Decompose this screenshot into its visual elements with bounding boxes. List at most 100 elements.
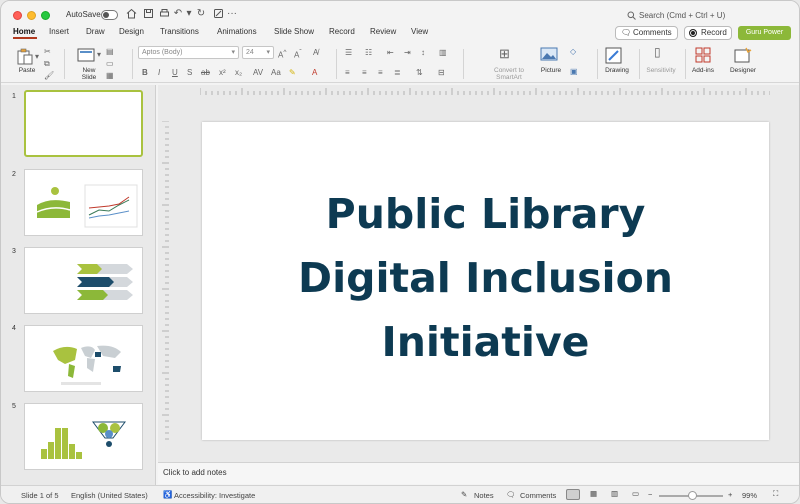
chevron-down-icon: ▾	[266, 49, 270, 56]
zoom-level[interactable]: 99%	[742, 491, 757, 500]
language-indicator[interactable]: English (United States)	[71, 491, 148, 500]
save-icon[interactable]	[142, 8, 154, 20]
paste-dropdown-icon[interactable]: ▾	[35, 52, 39, 61]
layout-icon[interactable]: ▤	[106, 47, 114, 56]
horizontal-ruler	[200, 88, 770, 95]
slide-thumbnail-3[interactable]	[24, 247, 143, 314]
comments-button[interactable]: 🗨 Comments	[615, 26, 678, 40]
comments-toggle[interactable]: Comments	[520, 491, 556, 500]
slide-thumbnail-1[interactable]	[24, 90, 143, 157]
strikethrough-icon[interactable]: ab	[201, 68, 210, 77]
align-center-icon[interactable]: ≡	[362, 68, 367, 77]
slide-thumbnails-pane: 1 2 3 4 5	[1, 85, 156, 485]
tab-record[interactable]: Record	[329, 27, 355, 36]
columns-icon[interactable]: ▥	[439, 48, 447, 57]
undo-dropdown-icon[interactable]: ▾	[183, 8, 195, 20]
close-window-button[interactable]	[13, 11, 22, 20]
record-button[interactable]: Record	[684, 26, 732, 40]
autosave-label: AutoSave	[66, 10, 101, 19]
bold-icon[interactable]: B	[142, 68, 148, 77]
underline-icon[interactable]: U	[172, 68, 178, 77]
accessibility-status[interactable]: Accessibility: Investigate	[174, 491, 255, 500]
picture-icon[interactable]	[540, 47, 558, 61]
bullets-icon[interactable]: ☰	[345, 48, 352, 57]
subscript-icon[interactable]: x₂	[235, 68, 242, 77]
increase-font-icon[interactable]: A^	[278, 48, 286, 60]
shadow-icon[interactable]: S	[187, 68, 192, 77]
line-spacing-icon[interactable]: ↕	[421, 48, 425, 57]
section-icon[interactable]: ▦	[106, 71, 114, 80]
decrease-indent-icon[interactable]: ⇤	[387, 48, 394, 57]
tab-design[interactable]: Design	[119, 27, 144, 36]
search-box[interactable]: Search (Cmd + Ctrl + U)	[621, 9, 741, 23]
guru-power-button[interactable]: Guru Power	[738, 26, 791, 40]
font-name-select[interactable]: Aptos (Body) ▾	[138, 46, 239, 59]
cut-icon[interactable]: ✂	[44, 47, 51, 56]
slide-sorter-view-icon[interactable]: ▦	[590, 489, 597, 498]
comment-icon: 🗨	[621, 28, 632, 37]
autosave-toggle[interactable]	[101, 10, 118, 20]
tab-transitions[interactable]: Transitions	[160, 27, 199, 36]
text-direction-icon[interactable]: ⇅	[416, 68, 423, 77]
designer-icon[interactable]	[734, 47, 752, 63]
new-slide-icon[interactable]	[77, 48, 95, 62]
superscript-icon[interactable]: x²	[219, 68, 226, 77]
change-case-icon[interactable]: Aa	[271, 68, 281, 77]
zoom-window-button[interactable]	[41, 11, 50, 20]
print-icon[interactable]	[158, 8, 170, 20]
tab-view[interactable]: View	[411, 27, 428, 36]
current-slide-canvas[interactable]: Public Library Digital Inclusion Initiat…	[202, 122, 769, 440]
redo-icon[interactable]: ↻	[195, 8, 207, 20]
font-color-icon[interactable]: A	[312, 68, 317, 77]
comment-icon: 🗨	[506, 490, 516, 499]
numbering-icon[interactable]: ☷	[365, 48, 372, 57]
clear-formatting-icon[interactable]: A̸	[313, 48, 318, 57]
text-box-icon[interactable]: ▣	[570, 67, 578, 76]
slide-thumbnail-2[interactable]	[24, 169, 143, 236]
tab-review[interactable]: Review	[370, 27, 396, 36]
align-text-icon[interactable]: ⊟	[438, 68, 445, 77]
slide-thumbnail-4[interactable]	[24, 325, 143, 392]
align-right-icon[interactable]: ≡	[378, 68, 383, 77]
home-icon[interactable]	[125, 8, 137, 20]
notes-pane[interactable]: Click to add notes	[158, 462, 799, 484]
justify-icon[interactable]: ≣	[394, 68, 401, 77]
decrease-font-icon[interactable]: Aˇ	[294, 48, 302, 60]
slide-thumbnail-5[interactable]	[24, 403, 143, 470]
slide-title[interactable]: Public Library Digital Inclusion Initiat…	[202, 182, 769, 374]
zoom-slider-handle[interactable]	[688, 491, 697, 500]
paste-icon[interactable]	[16, 48, 34, 65]
tab-slide-show[interactable]: Slide Show	[274, 27, 314, 36]
zoom-out-icon[interactable]: −	[648, 490, 652, 499]
notes-toggle[interactable]: Notes	[474, 491, 494, 500]
fit-to-window-icon[interactable]: ⛶	[773, 489, 778, 499]
align-left-icon[interactable]: ≡	[345, 68, 350, 77]
highlight-icon[interactable]: ✎	[289, 68, 296, 77]
tab-animations[interactable]: Animations	[217, 27, 257, 36]
tab-draw[interactable]: Draw	[86, 27, 105, 36]
format-brush-icon[interactable]: 🖌	[44, 71, 54, 80]
new-slide-label: New Slide	[81, 67, 97, 81]
sensitivity-label: Sensitivity	[646, 67, 676, 74]
shapes-icon[interactable]: ◇	[570, 47, 576, 56]
reading-view-icon[interactable]: ▥	[611, 489, 618, 498]
more-commands-icon[interactable]: ···	[226, 8, 238, 20]
font-size-select[interactable]: 24 ▾	[242, 46, 274, 59]
copy-icon[interactable]: ⧉	[44, 59, 50, 68]
add-ins-icon[interactable]	[695, 47, 711, 63]
normal-view-button[interactable]	[566, 489, 580, 500]
slide-show-view-icon[interactable]: ▭	[632, 489, 639, 498]
zoom-in-icon[interactable]: +	[728, 490, 732, 499]
format-painter-icon[interactable]	[212, 8, 224, 20]
drawing-icon[interactable]	[605, 47, 623, 64]
new-slide-dropdown-icon[interactable]: ▾	[97, 50, 101, 59]
italic-icon[interactable]: I	[158, 68, 160, 77]
sensitivity-icon[interactable]: ▯	[654, 46, 661, 58]
minimize-window-button[interactable]	[27, 11, 36, 20]
tab-home[interactable]: Home	[13, 27, 35, 36]
character-spacing-icon[interactable]: AV	[253, 68, 263, 77]
increase-indent-icon[interactable]: ⇥	[404, 48, 411, 57]
tab-insert[interactable]: Insert	[49, 27, 69, 36]
smartart-icon[interactable]: ⊞	[499, 47, 510, 60]
reset-icon[interactable]: ▭	[106, 59, 114, 68]
